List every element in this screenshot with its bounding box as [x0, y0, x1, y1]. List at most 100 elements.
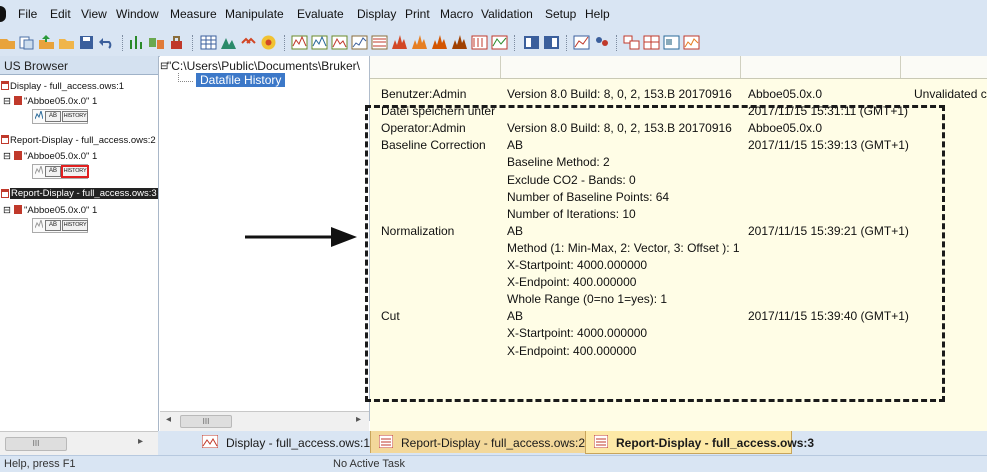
browser-item-display-1[interactable]: Display - full_access.ows:1 — [10, 81, 124, 92]
expand-toggle[interactable]: ⊟ — [3, 96, 11, 107]
menu-macro[interactable]: Macro — [440, 7, 473, 21]
highlight-dashed-box — [365, 105, 945, 402]
open-file-icon[interactable] — [0, 34, 17, 51]
middle-scroll-thumb[interactable]: III — [180, 415, 232, 428]
flower-icon[interactable] — [260, 34, 277, 51]
menu-window[interactable]: Window — [116, 7, 159, 21]
history-block-button-selected[interactable]: HISTORY — [61, 165, 89, 178]
menu-validation[interactable]: Validation — [481, 7, 533, 21]
peaks-icon[interactable] — [391, 34, 408, 51]
load-icon[interactable] — [38, 34, 55, 51]
integrate-icon[interactable] — [451, 34, 468, 51]
toolbar-separator — [616, 35, 617, 51]
tile-icon[interactable] — [623, 34, 640, 51]
browser-file-2[interactable]: "Abboe05.0x.0" 1 — [24, 151, 97, 162]
bands-icon[interactable] — [431, 34, 448, 51]
tab-label: Report-Display - full_access.ows:3 — [616, 436, 815, 450]
history-block-button[interactable]: HISTORY — [62, 111, 88, 122]
expand-toggle[interactable]: ⊟ — [3, 205, 11, 216]
browser-file-1[interactable]: "Abboe05.0x.0" 1 — [24, 96, 97, 107]
zoom-icon[interactable] — [351, 34, 368, 51]
datafile-history-node[interactable]: Datafile History — [196, 73, 286, 87]
stack-icon[interactable] — [371, 34, 388, 51]
tab-report-display-3-active[interactable]: Report-Display - full_access.ows:3 — [585, 431, 814, 454]
measure-icon[interactable] — [128, 34, 145, 51]
toolbar-separator — [566, 35, 567, 51]
layout2-icon[interactable] — [543, 34, 560, 51]
tab-report-display-2[interactable]: Report-Display - full_access.ows:2 — [370, 431, 587, 453]
menu-print[interactable]: Print — [405, 7, 430, 21]
spectrum-file-icon — [14, 205, 22, 214]
expand-toggle[interactable]: ⊟ — [3, 151, 11, 162]
chart-window-icon[interactable] — [573, 34, 590, 51]
spectrum-block-icon[interactable] — [35, 111, 43, 120]
menu-bar: File Edit View Window Measure Manipulate… — [0, 0, 987, 30]
report-window-icon — [1, 135, 9, 144]
status-help-text: Help, press F1 — [4, 458, 76, 470]
evaluate-icon[interactable] — [168, 34, 185, 51]
toolbar — [0, 30, 987, 57]
menu-file[interactable]: File — [18, 7, 37, 21]
history-block-button[interactable]: HISTORY — [62, 220, 88, 231]
browser-file-3[interactable]: "Abboe05.0x.0" 1 — [24, 205, 97, 216]
menu-setup[interactable]: Setup — [545, 7, 576, 21]
grid-cell-c4: Unvalidated c — [914, 87, 987, 101]
peak-icon[interactable] — [220, 34, 237, 51]
column-divider — [900, 56, 901, 78]
scroll-right-arrow-icon[interactable]: ▸ — [356, 414, 361, 425]
display-spectrum-icon[interactable] — [291, 34, 308, 51]
menu-measure[interactable]: Measure — [170, 7, 217, 21]
menu-manipulate[interactable]: Manipulate — [225, 7, 284, 21]
manipulate-icon[interactable] — [148, 34, 165, 51]
display-window-icon — [1, 81, 9, 90]
arrows-icon[interactable] — [240, 34, 257, 51]
status-bar: Help, press F1 No Active Task — [0, 455, 987, 472]
menu-edit[interactable]: Edit — [50, 7, 71, 21]
browser-item-report-2[interactable]: Report-Display - full_access.ows:2 — [10, 135, 156, 146]
undo-icon[interactable] — [98, 34, 115, 51]
app-icon[interactable] — [0, 6, 6, 22]
browser-item-report-3[interactable]: Report-Display - full_access.ows:3 — [10, 188, 158, 199]
left-scroll-thumb[interactable]: III — [5, 437, 67, 451]
grid-cell-c3: Abboe05.0x.0 — [748, 87, 823, 101]
scroll-left-arrow-icon[interactable]: ◂ — [166, 414, 171, 425]
save-icon[interactable] — [78, 34, 95, 51]
report-tab-icon — [594, 435, 608, 448]
ab-block-button[interactable]: AB — [45, 220, 61, 231]
status-task-text: No Active Task — [333, 458, 405, 470]
middle-horizontal-scrollbar[interactable]: ◂ III ▸ — [160, 411, 369, 431]
copy-icon[interactable] — [18, 34, 35, 51]
window-icon[interactable] — [663, 34, 680, 51]
display-report-icon[interactable] — [311, 34, 328, 51]
ab-block-button[interactable]: AB — [45, 166, 61, 177]
spectrum-block-icon[interactable] — [35, 220, 43, 229]
file-path-node[interactable]: "C:\Users\Public\Documents\Bruker\ — [167, 59, 367, 73]
plot-icon[interactable] — [683, 34, 700, 51]
compare-icon[interactable] — [471, 34, 488, 51]
left-horizontal-scrollbar[interactable]: III ▸ — [0, 431, 158, 455]
menu-display[interactable]: Display — [357, 7, 396, 21]
toolbar-separator — [192, 35, 193, 51]
ab-block-button[interactable]: AB — [45, 111, 61, 122]
folder-icon[interactable] — [58, 34, 75, 51]
column-divider — [500, 56, 501, 78]
display-tab-icon — [202, 435, 218, 448]
grid-cell-c1: Benutzer:Admin — [381, 87, 467, 101]
tab-display-1[interactable]: Display - full_access.ows:1 — [194, 431, 370, 453]
spectrum-file-icon — [14, 151, 22, 160]
compare2-icon[interactable] — [491, 34, 508, 51]
toolbar-separator — [122, 35, 123, 51]
grid-icon[interactable] — [643, 34, 660, 51]
annotation-arrow-icon — [245, 227, 357, 247]
layout-icon[interactable] — [523, 34, 540, 51]
table-icon[interactable] — [200, 34, 217, 51]
overlay-icon[interactable] — [331, 34, 348, 51]
peaks2-icon[interactable] — [411, 34, 428, 51]
users-icon[interactable] — [593, 34, 610, 51]
spectrum-block-icon[interactable] — [35, 166, 43, 175]
menu-help[interactable]: Help — [585, 7, 610, 21]
menu-view[interactable]: View — [81, 7, 107, 21]
scroll-right-arrow-icon[interactable]: ▸ — [138, 436, 143, 447]
menu-evaluate[interactable]: Evaluate — [297, 7, 344, 21]
tree-connector — [178, 73, 193, 82]
